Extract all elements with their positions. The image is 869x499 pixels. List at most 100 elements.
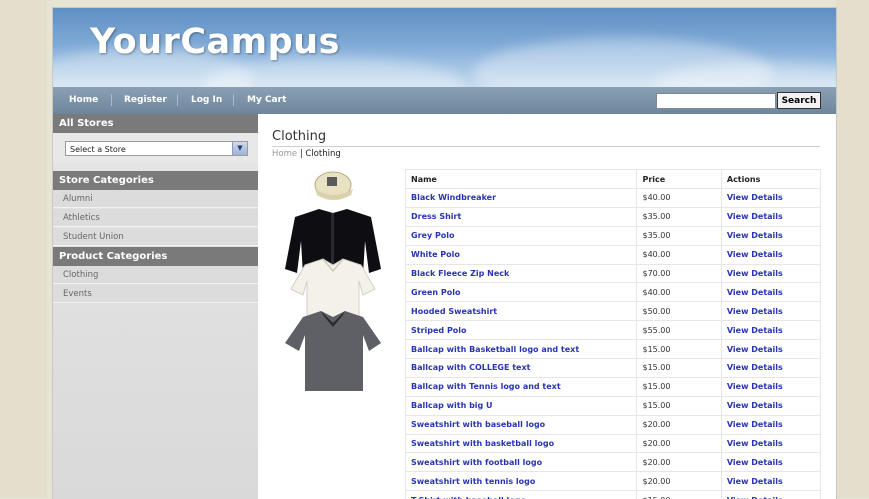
- sidebar-item-events[interactable]: Events: [53, 285, 258, 303]
- view-details-link[interactable]: View Details: [721, 453, 820, 472]
- table-row[interactable]: Black Windbreaker$40.00View Details: [406, 189, 821, 208]
- nav-divider: [111, 94, 112, 106]
- product-price: $40.00: [637, 245, 721, 264]
- view-details-link[interactable]: View Details: [721, 264, 820, 283]
- product-price: $15.00: [637, 340, 721, 359]
- view-details-link[interactable]: View Details: [721, 189, 820, 208]
- product-name-link[interactable]: Striped Polo: [406, 321, 637, 340]
- table-row[interactable]: Striped Polo$55.00View Details: [406, 321, 821, 340]
- grey-polo-image: [285, 311, 381, 391]
- product-price: $20.00: [637, 415, 721, 434]
- table-row[interactable]: Ballcap with COLLEGE text$15.00View Deta…: [406, 359, 821, 378]
- sidebar-item-alumni[interactable]: Alumni: [53, 190, 258, 208]
- view-details-link[interactable]: View Details: [721, 226, 820, 245]
- product-name-link[interactable]: Sweatshirt with tennis logo: [406, 472, 637, 491]
- product-name-link[interactable]: Dress Shirt: [406, 207, 637, 226]
- product-price: $50.00: [637, 302, 721, 321]
- table-row[interactable]: Grey Polo$35.00View Details: [406, 226, 821, 245]
- sidebar-item-student-union[interactable]: Student Union: [53, 228, 258, 246]
- view-details-link[interactable]: View Details: [721, 245, 820, 264]
- store-select-dropdown[interactable]: Select a Store ▼: [65, 141, 248, 156]
- table-row[interactable]: Hooded Sweatshirt$50.00View Details: [406, 302, 821, 321]
- product-name-link[interactable]: Black Windbreaker: [406, 189, 637, 208]
- table-header-row: Name Price Actions: [406, 170, 821, 189]
- breadcrumb-home-link[interactable]: Home: [272, 149, 297, 159]
- nav-divider: [233, 94, 234, 106]
- title-divider: [272, 146, 820, 147]
- product-price: $40.00: [637, 189, 721, 208]
- search-button[interactable]: Search: [777, 92, 821, 109]
- breadcrumb-current: Clothing: [305, 149, 340, 159]
- nav-divider: [177, 94, 178, 106]
- table-row[interactable]: Black Fleece Zip Neck$70.00View Details: [406, 264, 821, 283]
- all-stores-heading: All Stores: [53, 114, 258, 133]
- product-price: $15.00: [637, 377, 721, 396]
- product-name-link[interactable]: Black Fleece Zip Neck: [406, 264, 637, 283]
- nav-home-link[interactable]: Home: [69, 95, 98, 105]
- table-row[interactable]: Ballcap with big U$15.00View Details: [406, 396, 821, 415]
- header-banner: YourCampus: [53, 8, 836, 87]
- view-details-link[interactable]: View Details: [721, 207, 820, 226]
- table-row[interactable]: Dress Shirt$35.00View Details: [406, 207, 821, 226]
- view-details-link[interactable]: View Details: [721, 434, 820, 453]
- column-header-name: Name: [406, 170, 637, 189]
- product-price: $15.00: [637, 396, 721, 415]
- product-price: $20.00: [637, 472, 721, 491]
- product-name-link[interactable]: Hooded Sweatshirt: [406, 302, 637, 321]
- site-logo[interactable]: YourCampus: [90, 22, 340, 62]
- product-name-link[interactable]: Ballcap with Basketball logo and text: [406, 340, 637, 359]
- sidebar-item-clothing[interactable]: Clothing: [53, 266, 258, 284]
- white-shirt-image: [291, 259, 375, 317]
- view-details-link[interactable]: View Details: [721, 415, 820, 434]
- nav-register-link[interactable]: Register: [124, 95, 167, 105]
- table-row[interactable]: Sweatshirt with tennis logo$20.00View De…: [406, 472, 821, 491]
- search-input[interactable]: [656, 93, 776, 109]
- product-name-link[interactable]: Ballcap with COLLEGE text: [406, 359, 637, 378]
- product-price: $35.00: [637, 226, 721, 245]
- product-categories-heading: Product Categories: [53, 247, 258, 266]
- view-details-link[interactable]: View Details: [721, 359, 820, 378]
- product-name-link[interactable]: Green Polo: [406, 283, 637, 302]
- view-details-link[interactable]: View Details: [721, 377, 820, 396]
- table-row[interactable]: White Polo$40.00View Details: [406, 245, 821, 264]
- store-select-area: Select a Store ▼: [53, 133, 258, 163]
- left-background-strip: [0, 0, 47, 498]
- nav-login-link[interactable]: Log In: [191, 95, 222, 105]
- product-name-link[interactable]: Sweatshirt with football logo: [406, 453, 637, 472]
- product-name-link[interactable]: Sweatshirt with baseball logo: [406, 415, 637, 434]
- right-background-strip: [836, 0, 869, 498]
- view-details-link[interactable]: View Details: [721, 283, 820, 302]
- product-price: $55.00: [637, 321, 721, 340]
- product-name-link[interactable]: Grey Polo: [406, 226, 637, 245]
- view-details-link[interactable]: View Details: [721, 396, 820, 415]
- view-details-link[interactable]: View Details: [721, 321, 820, 340]
- view-details-link[interactable]: View Details: [721, 472, 820, 491]
- product-price: $40.00: [637, 283, 721, 302]
- table-row[interactable]: Ballcap with Basketball logo and text$15…: [406, 340, 821, 359]
- sidebar-item-athletics[interactable]: Athletics: [53, 209, 258, 227]
- table-row[interactable]: Ballcap with Tennis logo and text$15.00V…: [406, 377, 821, 396]
- page-title: Clothing: [272, 129, 326, 144]
- clothing-collage-image: [277, 165, 389, 395]
- product-price: $20.00: [637, 453, 721, 472]
- product-table: Name Price Actions Black Windbreaker$40.…: [405, 169, 821, 499]
- sidebar: All Stores Select a Store ▼ Store Catego…: [53, 114, 258, 499]
- view-details-link[interactable]: View Details: [721, 340, 820, 359]
- table-row[interactable]: Sweatshirt with football logo$20.00View …: [406, 453, 821, 472]
- product-name-link[interactable]: Ballcap with big U: [406, 396, 637, 415]
- nav-cart-link[interactable]: My Cart: [247, 95, 286, 105]
- column-header-actions: Actions: [721, 170, 820, 189]
- breadcrumb: Home | Clothing: [272, 149, 341, 159]
- product-name-link[interactable]: Ballcap with Tennis logo and text: [406, 377, 637, 396]
- product-price: $15.00: [637, 359, 721, 378]
- product-price: $70.00: [637, 264, 721, 283]
- view-details-link[interactable]: View Details: [721, 302, 820, 321]
- chevron-down-icon[interactable]: ▼: [232, 142, 247, 155]
- column-header-price: Price: [637, 170, 721, 189]
- product-name-link[interactable]: Sweatshirt with basketball logo: [406, 434, 637, 453]
- store-categories-heading: Store Categories: [53, 171, 258, 190]
- table-row[interactable]: Sweatshirt with baseball logo$20.00View …: [406, 415, 821, 434]
- table-row[interactable]: Sweatshirt with basketball logo$20.00Vie…: [406, 434, 821, 453]
- product-name-link[interactable]: White Polo: [406, 245, 637, 264]
- table-row[interactable]: Green Polo$40.00View Details: [406, 283, 821, 302]
